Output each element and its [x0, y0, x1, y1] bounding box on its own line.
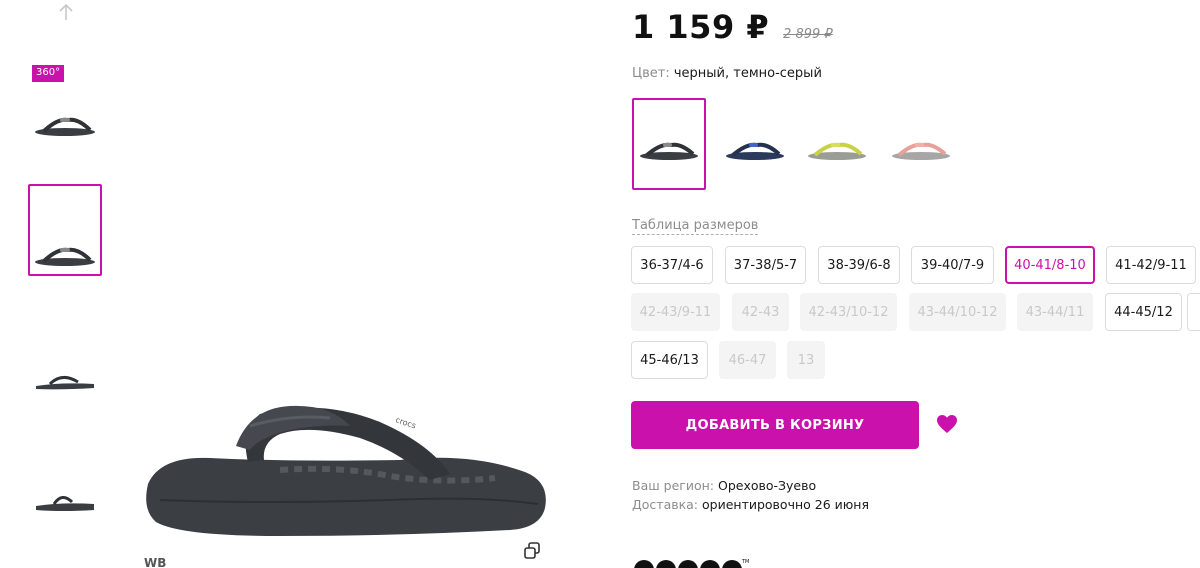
- color-swatch-pink[interactable]: [884, 98, 958, 190]
- size-option-selected[interactable]: 40-41/8-10: [1005, 246, 1095, 284]
- size-option-unavailable: 42-43/9-11: [631, 293, 720, 331]
- thumbnail-2-active[interactable]: [28, 184, 102, 276]
- scroll-up-arrow-icon[interactable]: [56, 2, 76, 22]
- size-option[interactable]: 37-38/5-7: [725, 246, 806, 284]
- flip-flop-top-view-icon: [35, 247, 95, 266]
- color-swatch-navy[interactable]: [718, 98, 792, 190]
- region-info: Ваш регион: Орехово-Зуево: [632, 478, 816, 493]
- region-label: Ваш регион:: [632, 478, 714, 493]
- size-option[interactable]: 39-40/7-9: [911, 246, 994, 284]
- size-option[interactable]: 41-42/9-11: [1106, 246, 1196, 284]
- crocs-logo-icon: TM: [634, 559, 749, 568]
- flip-flop-side-view-icon: [36, 496, 94, 511]
- thumbnail-1[interactable]: [28, 52, 102, 144]
- flip-flop-navy-icon: [726, 142, 784, 160]
- watermark-label: WB: [144, 556, 167, 568]
- flip-flop-black-icon: [640, 142, 698, 160]
- copy-icon[interactable]: [522, 541, 542, 561]
- size-option-unavailable: 46-47: [719, 341, 776, 379]
- flip-flop-yellow-icon: [808, 142, 866, 160]
- size-option-unavailable: 42-43/10-12: [800, 293, 897, 331]
- thumbnail-3[interactable]: [28, 306, 102, 398]
- size-option-unavailable: 43-44/11: [1017, 293, 1093, 331]
- heart-icon[interactable]: [936, 414, 958, 434]
- color-label: Цвет:: [632, 66, 670, 81]
- delivery-info: Доставка: ориентировочно 26 июня: [632, 497, 869, 512]
- delivery-label: Доставка:: [632, 497, 699, 512]
- size-option[interactable]: 38-39/6-8: [818, 246, 900, 284]
- flip-flop-side-view-icon: [36, 376, 94, 390]
- svg-text:crocs: crocs: [394, 415, 417, 430]
- flip-flop-pink-icon: [892, 142, 950, 160]
- size-table-link[interactable]: Таблица размеров: [632, 218, 759, 235]
- size-option-unavailable: 42-43: [732, 293, 789, 331]
- color-swatch-black[interactable]: [632, 98, 706, 190]
- main-product-image[interactable]: crocs: [140, 400, 550, 540]
- brand-logo[interactable]: TM: [632, 556, 752, 568]
- size-option[interactable]: 36-37/4-6: [631, 246, 713, 284]
- size-option[interactable]: 44-45/12: [1105, 293, 1182, 331]
- size-option-unavailable: 13: [787, 341, 825, 379]
- region-value[interactable]: Орехово-Зуево: [718, 478, 816, 493]
- add-to-cart-button[interactable]: ДОБАВИТЬ В КОРЗИНУ: [631, 401, 919, 449]
- delivery-value: ориентировочно 26 июня: [702, 497, 869, 512]
- flip-flop-top-view-icon: [35, 117, 95, 136]
- price-row: 1 159 ₽ 2 899 ₽: [632, 8, 833, 46]
- color-info: Цвет: черный, темно-серый: [632, 66, 822, 81]
- color-swatch-yellow[interactable]: [800, 98, 874, 190]
- old-price: 2 899 ₽: [783, 27, 833, 42]
- color-value: черный, темно-серый: [673, 66, 822, 81]
- thumbnail-4[interactable]: [28, 428, 102, 520]
- size-option-partial[interactable]: [1187, 293, 1200, 331]
- size-option[interactable]: 45-46/13: [631, 341, 708, 379]
- svg-text:TM: TM: [741, 559, 749, 565]
- current-price: 1 159 ₽: [632, 8, 770, 46]
- size-option-unavailable: 43-44/10-12: [909, 293, 1006, 331]
